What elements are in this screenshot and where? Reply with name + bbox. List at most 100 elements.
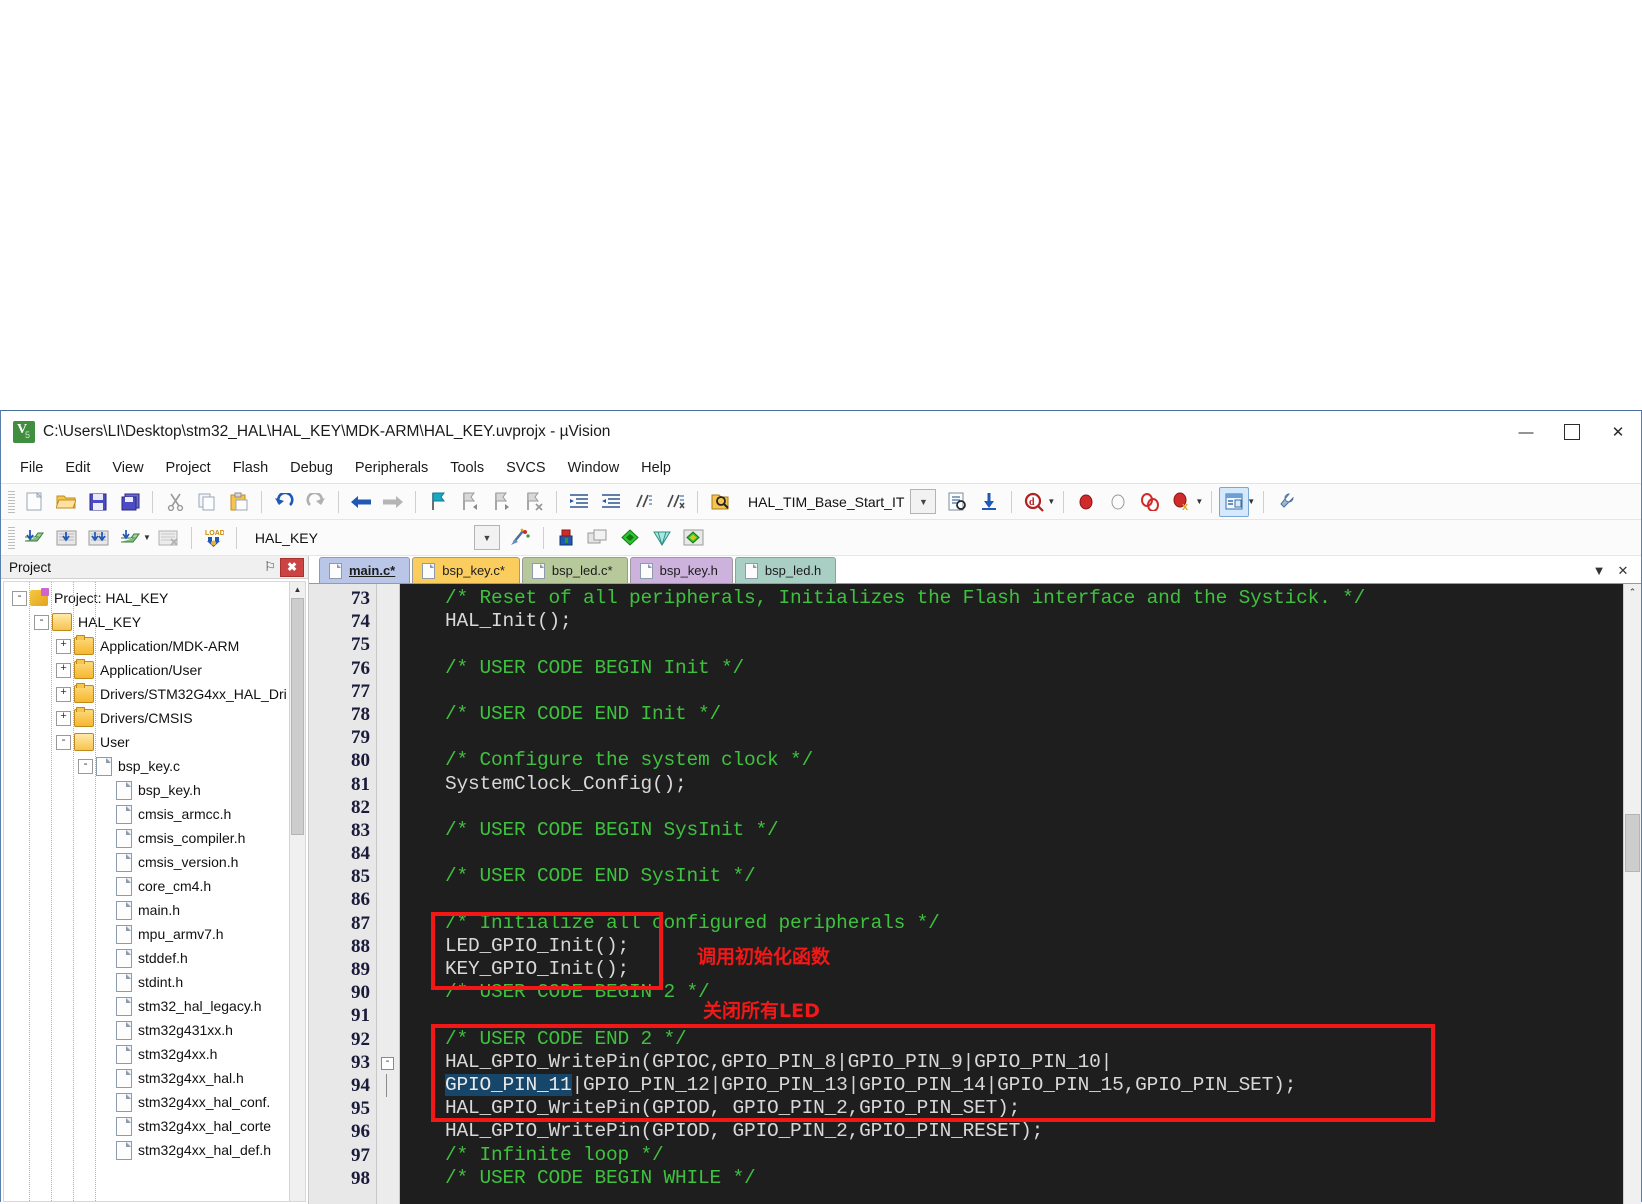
- bookmark-toggle-icon[interactable]: [423, 487, 453, 517]
- editor-tab[interactable]: bsp_key.c*: [412, 557, 520, 583]
- navigate-back-icon[interactable]: [346, 487, 376, 517]
- goto-definition-icon[interactable]: [974, 487, 1004, 517]
- navigate-forward-icon[interactable]: [378, 487, 408, 517]
- editor-tab[interactable]: bsp_led.h: [734, 557, 837, 583]
- bookmark-prev-icon[interactable]: [455, 487, 485, 517]
- tree-item[interactable]: stm32g4xx_hal_corte: [8, 1114, 305, 1138]
- tree-item[interactable]: stm32g4xx_hal_def.h: [8, 1138, 305, 1162]
- save-all-icon[interactable]: [115, 487, 145, 517]
- expand-icon[interactable]: +: [56, 638, 71, 654]
- code-scroll-thumb[interactable]: [1625, 814, 1640, 872]
- menu-view[interactable]: View: [101, 456, 154, 480]
- expand-icon[interactable]: +: [56, 710, 71, 726]
- scroll-thumb[interactable]: [291, 598, 304, 835]
- minimize-button[interactable]: —: [1503, 411, 1549, 453]
- breakpoint-disable-icon[interactable]: [1103, 487, 1133, 517]
- outdent-icon[interactable]: [596, 487, 626, 517]
- manage-runtime-icon[interactable]: [551, 523, 581, 553]
- pin-icon[interactable]: ⚐: [260, 559, 280, 575]
- target-combo-chevron-down-icon[interactable]: ▼: [473, 525, 500, 550]
- tree-item[interactable]: - bsp_key.c: [8, 754, 305, 778]
- tab-close-icon[interactable]: ✕: [1611, 563, 1635, 579]
- menu-project[interactable]: Project: [155, 456, 222, 480]
- uncomment-icon[interactable]: [660, 487, 690, 517]
- collapse-icon[interactable]: -: [12, 590, 27, 606]
- menu-svcs[interactable]: SVCS: [495, 456, 557, 480]
- collapse-icon[interactable]: -: [78, 758, 93, 774]
- rebuild-icon[interactable]: [83, 523, 113, 553]
- tree-item[interactable]: bsp_key.h: [8, 778, 305, 802]
- project-panel-close-icon[interactable]: ✖: [280, 557, 304, 577]
- tree-item[interactable]: mpu_armv7.h: [8, 922, 305, 946]
- menu-edit[interactable]: Edit: [54, 456, 101, 480]
- multi-project-icon[interactable]: [647, 523, 677, 553]
- paste-icon[interactable]: [224, 487, 254, 517]
- editor-tab[interactable]: main.c*: [319, 557, 411, 583]
- open-file-icon[interactable]: [51, 487, 81, 517]
- toolbar-grip[interactable]: [8, 490, 15, 513]
- tree-item[interactable]: stm32g4xx.h: [8, 1042, 305, 1066]
- pack-installer-icon[interactable]: [583, 523, 613, 553]
- menu-file[interactable]: File: [9, 456, 54, 480]
- chevron-down-icon[interactable]: ▼: [910, 489, 937, 514]
- tree-item[interactable]: - User: [8, 730, 305, 754]
- tree-item[interactable]: stm32g431xx.h: [8, 1018, 305, 1042]
- project-window-icon[interactable]: [1219, 486, 1250, 517]
- config-wizard-icon[interactable]: [615, 523, 645, 553]
- translate-icon[interactable]: [19, 523, 49, 553]
- target-options-icon[interactable]: [506, 523, 536, 553]
- collapse-icon[interactable]: -: [34, 614, 49, 630]
- menu-tools[interactable]: Tools: [439, 456, 495, 480]
- breakpoint-insert-icon[interactable]: [1071, 487, 1101, 517]
- fold-margin[interactable]: -: [377, 584, 400, 1204]
- tree-item[interactable]: - HAL_KEY: [8, 610, 305, 634]
- editor-tab[interactable]: bsp_led.c*: [521, 557, 628, 583]
- maximize-button[interactable]: [1549, 411, 1595, 453]
- stop-build-icon[interactable]: [154, 523, 184, 553]
- undo-icon[interactable]: [269, 487, 299, 517]
- tree-item[interactable]: + Application/User: [8, 658, 305, 682]
- tree-item[interactable]: core_cm4.h: [8, 874, 305, 898]
- indent-icon[interactable]: [564, 487, 594, 517]
- build-settings-icon[interactable]: [1271, 487, 1301, 517]
- cut-icon[interactable]: [160, 487, 190, 517]
- menu-peripherals[interactable]: Peripherals: [344, 456, 439, 480]
- save-icon[interactable]: [83, 487, 113, 517]
- target-combo[interactable]: HAL_KEY: [249, 530, 324, 546]
- batch-build-icon[interactable]: [115, 523, 145, 553]
- tree-item[interactable]: - Project: HAL_KEY: [8, 586, 305, 610]
- tree-item[interactable]: stm32_hal_legacy.h: [8, 994, 305, 1018]
- menu-debug[interactable]: Debug: [279, 456, 344, 480]
- project-tree-scrollbar[interactable]: ▲: [289, 582, 305, 1201]
- fold-collapse-icon[interactable]: -: [381, 1056, 394, 1070]
- download-icon[interactable]: LOAD: [199, 523, 229, 553]
- tree-item[interactable]: cmsis_compiler.h: [8, 826, 305, 850]
- tab-list-dropdown-icon[interactable]: ▼: [1587, 563, 1611, 578]
- tree-item[interactable]: stm32g4xx_hal_conf.: [8, 1090, 305, 1114]
- tree-item[interactable]: cmsis_armcc.h: [8, 802, 305, 826]
- menu-flash[interactable]: Flash: [222, 456, 279, 480]
- comment-icon[interactable]: [628, 487, 658, 517]
- magnify-icon[interactable]: d: [1019, 487, 1049, 517]
- code-text-area[interactable]: /* Reset of all peripherals, Initializes…: [400, 584, 1641, 1204]
- find-in-files-icon[interactable]: [705, 487, 735, 517]
- tree-item[interactable]: + Drivers/STM32G4xx_HAL_Dri: [8, 682, 305, 706]
- code-scrollbar[interactable]: ⌃: [1623, 584, 1641, 1204]
- scroll-up-icon[interactable]: ▲: [290, 582, 305, 597]
- tree-item[interactable]: + Application/MDK-ARM: [8, 634, 305, 658]
- copy-icon[interactable]: [192, 487, 222, 517]
- editor-tab[interactable]: bsp_key.h: [629, 557, 733, 583]
- project-tree[interactable]: - Project: HAL_KEY - HAL_KEY + Application/MD…: [4, 582, 305, 1162]
- tree-item[interactable]: main.h: [8, 898, 305, 922]
- text-search-icon[interactable]: [942, 487, 972, 517]
- code-scroll-up-icon[interactable]: ⌃: [1624, 584, 1641, 601]
- expand-icon[interactable]: +: [56, 686, 71, 702]
- expand-icon[interactable]: +: [56, 662, 71, 678]
- bookmark-next-icon[interactable]: [487, 487, 517, 517]
- bookmark-clear-icon[interactable]: [519, 487, 549, 517]
- tree-item[interactable]: stddef.h: [8, 946, 305, 970]
- menu-window[interactable]: Window: [557, 456, 631, 480]
- code-editor[interactable]: 73 74 75 76 77 78 79 80 81 82 83 84 85 86 87 88 89 90 91 92…: [309, 584, 1641, 1204]
- tree-item[interactable]: stdint.h: [8, 970, 305, 994]
- build-icon[interactable]: [51, 523, 81, 553]
